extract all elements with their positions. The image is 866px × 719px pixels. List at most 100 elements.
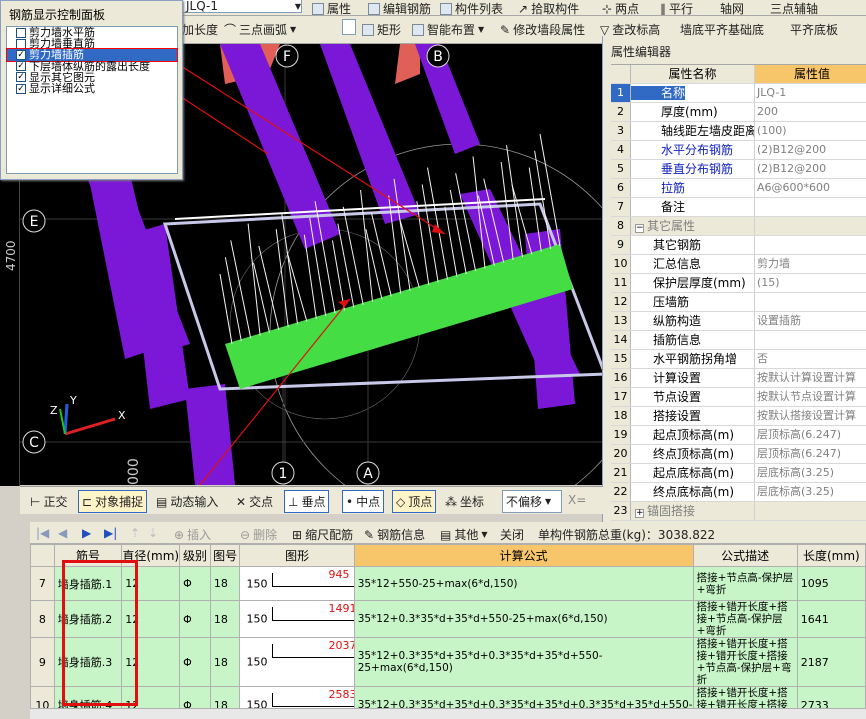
property-value[interactable]: 层顶标高(6.247) xyxy=(755,426,866,444)
cell-grade[interactable]: Φ xyxy=(179,566,211,601)
expander-icon[interactable]: + xyxy=(635,509,644,518)
cell-desc[interactable]: 搭接+错开长度+搭接+错开长度+搭接+节点高-保护层+弯折 xyxy=(692,637,798,687)
property-row[interactable]: 7 备注 xyxy=(611,198,866,217)
component-list-button[interactable]: 构件列表 xyxy=(440,0,503,15)
property-row[interactable]: 13 纵筋构造 设置插筋 xyxy=(611,312,866,331)
cell-formula[interactable]: 35*12+550-25+max(6*d,150) xyxy=(353,566,694,601)
rectangle-button[interactable]: 矩形 xyxy=(362,21,401,38)
edit-rebar-button[interactable]: 编辑钢筋 xyxy=(368,0,431,15)
cell-length[interactable]: 2733 xyxy=(796,686,866,708)
control-panel-item[interactable]: ✓ 剪力墙插筋 xyxy=(6,48,178,62)
vertex-button[interactable]: ◇ 顶点 xyxy=(392,490,437,513)
column-header[interactable] xyxy=(30,544,55,567)
property-row[interactable]: 12 压墙筋 xyxy=(611,293,866,312)
property-value[interactable]: 200 xyxy=(755,103,866,121)
object-snap-button[interactable]: ⊏ 对象捕捉 xyxy=(78,490,148,513)
property-row[interactable]: 15 水平钢筋拐角增 否 xyxy=(611,350,866,369)
properties-button[interactable]: 属性 xyxy=(312,0,351,15)
coordinate-button[interactable]: ⁂ 坐标 xyxy=(445,493,484,510)
cell-grade[interactable]: Φ xyxy=(179,637,211,687)
nav-prev-icon[interactable]: ◀ xyxy=(58,526,67,540)
perpendicular-button[interactable]: ⊥ 垂点 xyxy=(284,490,330,513)
cell-desc[interactable]: 搭接+错开长度+搭接+错开长度+搭接+错开长度+搭接+节 xyxy=(692,686,798,708)
table-row[interactable]: 8 墙身插筋.2 12 Φ 18 150 1491 35*12+0.3*35*d+35*d+5… xyxy=(30,600,866,638)
property-value[interactable]: A6@600*600 xyxy=(755,179,866,197)
checkbox[interactable]: ✓ xyxy=(16,83,26,94)
property-row[interactable]: 18 搭接设置 按默认搭接设置计算 xyxy=(611,407,866,426)
property-value[interactable]: 层顶标高(6.247) xyxy=(755,445,866,463)
column-header[interactable]: 长度(mm) xyxy=(796,544,866,567)
property-row[interactable]: 5 垂直分布钢筋 (2)B12@200 xyxy=(611,160,866,179)
property-value[interactable]: 剪力墙 xyxy=(755,255,866,273)
property-value[interactable]: (15) xyxy=(755,274,866,292)
three-point-arc-button[interactable]: ⌒ 三点画弧 ▼ xyxy=(224,21,296,38)
property-value[interactable]: (2)B12@200 xyxy=(755,141,866,159)
property-value[interactable]: 层底标高(3.25) xyxy=(755,464,866,482)
smart-layout-button[interactable]: 智能布置 ▼ xyxy=(412,21,484,38)
midpoint-button[interactable]: • 中点 xyxy=(342,490,385,513)
column-header[interactable]: 图号 xyxy=(209,544,241,567)
column-header[interactable]: 公式描述 xyxy=(692,544,798,567)
close-button[interactable]: 关闭 xyxy=(500,526,524,543)
property-value[interactable] xyxy=(755,502,866,520)
property-row[interactable]: 16 计算设置 按默认计算设置计算 xyxy=(611,369,866,388)
nav-first-icon[interactable]: |◀ xyxy=(36,526,49,540)
table-row[interactable]: 9 墙身插筋.3 12 Φ 18 150 2037 35*12+0.3*35*d+35*d+0… xyxy=(30,637,866,687)
horizontal-scrollbar[interactable] xyxy=(30,708,866,719)
three-point-aux-button[interactable]: 三点辅轴 xyxy=(770,0,818,15)
pick-component-button[interactable]: ↗ 拾取构件 xyxy=(518,0,579,16)
checkbox[interactable] xyxy=(16,38,26,49)
property-value[interactable] xyxy=(755,331,866,349)
property-row[interactable]: 17 节点设置 按默认节点设置计算 xyxy=(611,388,866,407)
property-row[interactable]: 9 其它钢筋 xyxy=(611,236,866,255)
cell-num[interactable]: 8 xyxy=(30,600,55,638)
cell-fig[interactable]: 18 xyxy=(209,566,241,601)
cell-grade[interactable]: Φ xyxy=(179,686,211,708)
cell-shape[interactable]: 150 2037 xyxy=(239,637,355,687)
checkbox[interactable]: ✓ xyxy=(16,61,26,72)
property-value[interactable]: (100) xyxy=(755,122,866,140)
cell-shape[interactable]: 150 945 xyxy=(239,566,355,601)
other-button[interactable]: ▤ 其他 ▼ xyxy=(440,526,488,543)
cell-fig[interactable]: 18 xyxy=(209,637,241,687)
property-value[interactable] xyxy=(755,236,866,254)
property-value[interactable]: 设置插筋 xyxy=(755,312,866,330)
cell-length[interactable]: 2187 xyxy=(796,637,866,687)
move-down-icon[interactable]: ⇣ xyxy=(148,526,158,540)
cell-length[interactable]: 1095 xyxy=(796,566,866,601)
cell-length[interactable]: 1641 xyxy=(796,600,866,638)
property-row[interactable]: 8− 其它属性 xyxy=(611,217,866,236)
property-value[interactable]: 否 xyxy=(755,350,866,368)
component-dropdown[interactable]: JLQ-1 ▼ xyxy=(182,0,302,13)
checkbox[interactable]: ✓ xyxy=(16,49,26,60)
nav-last-icon[interactable]: ▶| xyxy=(104,526,117,540)
expander-icon[interactable]: − xyxy=(635,224,644,233)
property-row[interactable]: 3 轴线距左墙皮距离 (100) xyxy=(611,122,866,141)
control-panel-item[interactable]: ✓ 显示详细公式 xyxy=(7,83,177,94)
cell-formula[interactable]: 35*12+0.3*35*d+35*d+0.3*35*d+35*d+550-25… xyxy=(353,637,694,687)
cell-desc[interactable]: 搭接+节点高-保护层+弯折 xyxy=(692,566,798,601)
cell-formula[interactable]: 35*12+0.3*35*d+35*d+0.3*35*d+35*d+0.3*35… xyxy=(353,686,694,708)
property-row[interactable]: 20 终点顶标高(m) 层顶标高(6.247) xyxy=(611,445,866,464)
property-row[interactable]: 1 名称 JLQ-1 xyxy=(611,84,866,103)
axis-grid-button[interactable]: 轴网 xyxy=(720,0,744,15)
property-row[interactable]: 10 汇总信息 剪力墙 xyxy=(611,255,866,274)
property-row[interactable]: 14 插筋信息 xyxy=(611,331,866,350)
property-value[interactable]: JLQ-1 xyxy=(755,84,866,102)
cell-shape[interactable]: 150 1491 xyxy=(239,600,355,638)
checkbox[interactable]: ✓ xyxy=(16,72,26,83)
property-row[interactable]: 11 保护层厚度(mm) (15) xyxy=(611,274,866,293)
cell-num[interactable]: 9 xyxy=(30,637,55,687)
table-row[interactable]: 10 墙身插筋.4 12 Φ 18 150 2583 35*12+0.3*35*d+35*d+… xyxy=(30,686,866,708)
cell-formula[interactable]: 35*12+0.3*35*d+35*d+550-25+max(6*d,150) xyxy=(353,600,694,638)
modify-wall-button[interactable]: ✎ 修改墙段属性 xyxy=(500,21,585,38)
delete-button[interactable]: ⊖ 删除 xyxy=(240,526,277,543)
property-value[interactable]: 按默认计算设置计算 xyxy=(755,369,866,387)
column-header[interactable]: 图形 xyxy=(239,544,355,567)
property-row[interactable]: 6 拉筋 A6@600*600 xyxy=(611,179,866,198)
cell-num[interactable]: 10 xyxy=(30,686,55,708)
cell-fig[interactable]: 18 xyxy=(209,686,241,708)
cell-fig[interactable]: 18 xyxy=(209,600,241,638)
parallel-button[interactable]: ∥ 平行 xyxy=(660,0,693,16)
cell-shape[interactable]: 150 2583 xyxy=(239,686,355,708)
